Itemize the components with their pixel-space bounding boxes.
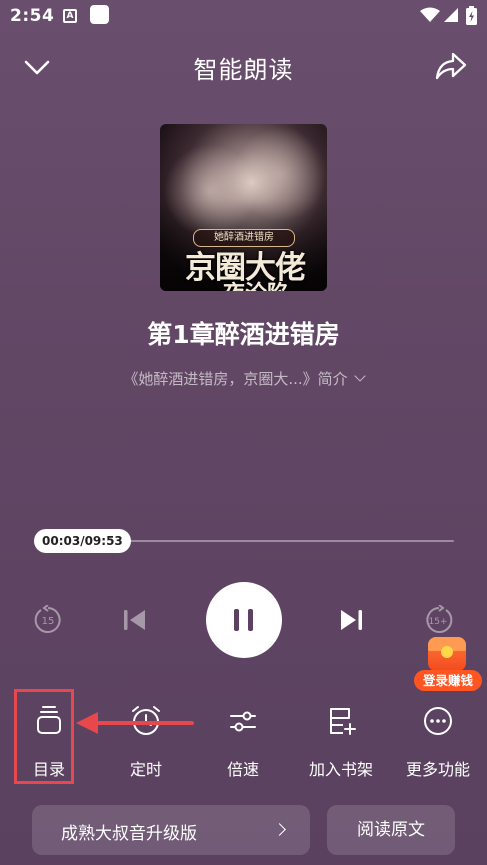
login-reward-button[interactable]: 登录赚钱 bbox=[414, 633, 482, 693]
catalog-highlight-box bbox=[14, 689, 74, 784]
read-original-button[interactable]: 阅读原文 bbox=[327, 805, 455, 855]
signal-icon bbox=[444, 8, 458, 22]
chevron-down-icon bbox=[353, 370, 366, 382]
speed-sliders-icon bbox=[230, 711, 256, 732]
menu-label-speed: 倍速 bbox=[226, 760, 259, 779]
pause-icon-bar-left bbox=[234, 609, 239, 631]
chevron-right-icon bbox=[273, 823, 286, 836]
login-reward-label: 登录赚钱 bbox=[414, 670, 482, 691]
menu-label-more: 更多功能 bbox=[405, 760, 470, 779]
menu-item-add-bookshelf[interactable]: 加入书架 bbox=[301, 705, 381, 780]
battery-icon bbox=[466, 6, 477, 25]
rewind-15-icon[interactable]: 15 bbox=[33, 605, 63, 635]
status-bar: 2:54 A bbox=[0, 0, 487, 34]
progress-thumb[interactable]: 00:03/09:53 bbox=[34, 529, 131, 553]
page-title: 智能朗读 bbox=[193, 56, 294, 84]
rewind-seconds: 15 bbox=[42, 616, 55, 627]
status-time: 2:54 bbox=[10, 6, 55, 26]
menu-item-speed[interactable]: 倍速 bbox=[203, 705, 283, 780]
add-bookshelf-icon bbox=[330, 708, 356, 735]
previous-track-icon[interactable] bbox=[121, 606, 149, 634]
voice-select-button[interactable]: 成熟大叔音升级版 bbox=[32, 805, 310, 855]
menu-label-add-bookshelf: 加入书架 bbox=[308, 760, 373, 779]
coin-icon bbox=[441, 646, 453, 658]
wifi-icon bbox=[420, 7, 440, 22]
book-cover: 她醉酒进错房 京圈大佬 一夜沦陷 bbox=[160, 124, 327, 291]
app-notification-icon: A bbox=[63, 9, 77, 23]
cover-title-line2: 一夜沦陷 bbox=[180, 276, 310, 291]
book-intro-text: 《她醉酒进错房，京圈大...》简介 bbox=[123, 370, 348, 388]
menu-item-more[interactable]: 更多功能 bbox=[398, 705, 478, 780]
menu-label-timer: 定时 bbox=[129, 760, 162, 779]
notification-square-icon bbox=[90, 5, 109, 24]
forward-15-icon[interactable]: 15+ bbox=[424, 605, 454, 635]
chapter-title: 第1章醉酒进错房 bbox=[147, 320, 340, 349]
forward-seconds: 15+ bbox=[429, 617, 448, 627]
book-intro-link[interactable]: 《她醉酒进错房，京圈大...》简介 bbox=[0, 368, 487, 389]
pause-button[interactable] bbox=[206, 582, 282, 658]
pause-icon-bar-right bbox=[248, 609, 253, 631]
voice-label: 成熟大叔音升级版 bbox=[61, 824, 197, 844]
next-track-icon[interactable] bbox=[337, 606, 365, 634]
more-icon bbox=[424, 707, 452, 735]
annotation-arrow-icon bbox=[76, 712, 194, 734]
share-icon[interactable] bbox=[434, 50, 468, 82]
